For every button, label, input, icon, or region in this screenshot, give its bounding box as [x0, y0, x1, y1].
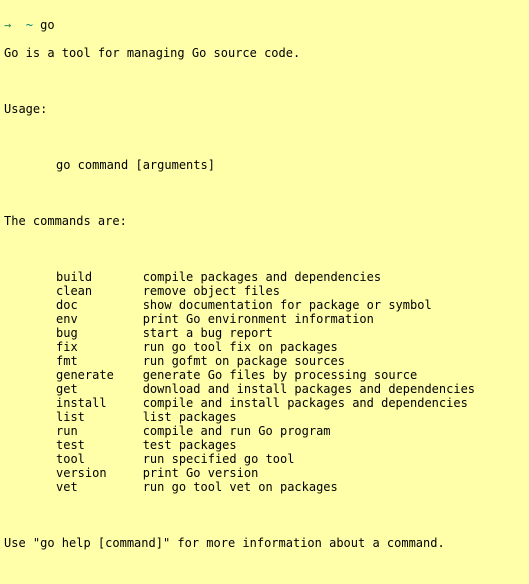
command-row: env print Go environment information — [0, 312, 529, 326]
command-row: install compile and install packages and… — [0, 396, 529, 410]
command-row: run compile and run Go program — [0, 424, 529, 438]
commands-list: build compile packages and dependenciesc… — [0, 270, 529, 494]
blank — [0, 74, 529, 88]
command-row: fmt run gofmt on package sources — [0, 354, 529, 368]
blank — [0, 508, 529, 522]
command-row: fix run go tool fix on packages — [0, 340, 529, 354]
command-row: version print Go version — [0, 466, 529, 480]
command-row: generate generate Go files by processing… — [0, 368, 529, 382]
prompt-cwd: ~ — [26, 18, 33, 32]
command-row: build compile packages and dependencies — [0, 270, 529, 284]
command-row: list list packages — [0, 410, 529, 424]
prompt-arrow-icon: → — [4, 18, 11, 32]
blank — [0, 186, 529, 200]
command-row: tool run specified go tool — [0, 452, 529, 466]
prompt-line[interactable]: → ~ go — [0, 18, 529, 32]
usage-label: Usage: — [0, 102, 529, 116]
intro-line: Go is a tool for managing Go source code… — [0, 46, 529, 60]
terminal-output: → ~ go Go is a tool for managing Go sour… — [0, 0, 529, 584]
blank — [0, 564, 529, 578]
commands-label: The commands are: — [0, 214, 529, 228]
blank — [0, 130, 529, 144]
command-row: doc show documentation for package or sy… — [0, 298, 529, 312]
command-row: clean remove object files — [0, 284, 529, 298]
typed-command: go — [40, 18, 54, 32]
usage-line: go command [arguments] — [0, 158, 529, 172]
command-row: get download and install packages and de… — [0, 382, 529, 396]
command-row: test test packages — [0, 438, 529, 452]
command-row: bug start a bug report — [0, 326, 529, 340]
blank — [0, 242, 529, 256]
command-row: vet run go tool vet on packages — [0, 480, 529, 494]
help-command-line: Use "go help [command]" for more informa… — [0, 536, 529, 550]
